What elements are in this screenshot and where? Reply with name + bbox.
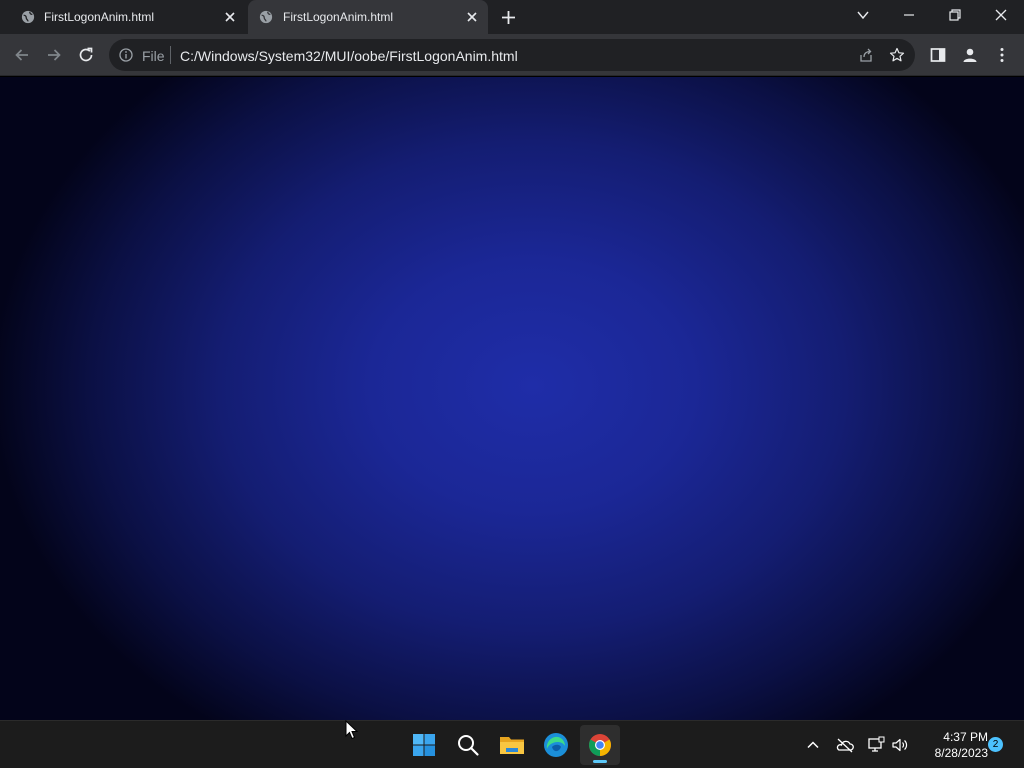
share-icon[interactable] <box>858 47 874 63</box>
edge-browser-icon <box>544 733 568 757</box>
folder-icon <box>500 737 524 754</box>
close-tab-icon[interactable] <box>466 11 478 23</box>
star-icon[interactable] <box>889 47 905 63</box>
search-button[interactable] <box>448 725 488 765</box>
browser-toolbar: File C:/Windows/System32/MUI/oobe/FirstL… <box>0 34 1024 76</box>
info-icon[interactable] <box>119 48 133 62</box>
onedrive-offline-icon[interactable] <box>836 736 854 754</box>
windows-logo-icon <box>413 734 435 756</box>
minimize-icon[interactable] <box>901 7 917 23</box>
arrow-right-icon[interactable] <box>45 46 63 64</box>
tab-strip: FirstLogonAnim.html FirstLogonAnim.html <box>0 0 1024 34</box>
edge-button[interactable] <box>536 725 576 765</box>
tab-title: FirstLogonAnim.html <box>283 10 394 24</box>
start-button[interactable] <box>404 725 444 765</box>
active-app-indicator <box>593 760 607 763</box>
globe-icon <box>21 10 35 24</box>
url-text[interactable]: C:/Windows/System32/MUI/oobe/FirstLogonA… <box>180 48 518 64</box>
clock-time: 4:37 PM <box>943 730 988 744</box>
page-content-gradient <box>0 77 1024 720</box>
clock-date: 8/28/2023 <box>934 746 988 760</box>
tab-first-logon-anim-1[interactable]: FirstLogonAnim.html <box>8 0 246 34</box>
person-icon[interactable] <box>961 46 979 64</box>
system-clock[interactable]: 4:37 PM 8/28/2023 <box>918 729 988 761</box>
side-panel-icon[interactable] <box>929 46 947 64</box>
tab-search-chevron-icon[interactable] <box>855 7 871 23</box>
restore-icon[interactable] <box>947 7 963 23</box>
new-tab-icon[interactable] <box>501 10 516 25</box>
reload-icon[interactable] <box>77 46 95 64</box>
scheme-label: File <box>142 48 165 64</box>
tab-title: FirstLogonAnim.html <box>44 10 155 24</box>
close-window-icon[interactable] <box>993 7 1009 23</box>
address-bar[interactable]: File C:/Windows/System32/MUI/oobe/FirstL… <box>109 39 915 71</box>
tab-first-logon-anim-2[interactable]: FirstLogonAnim.html <box>248 0 488 34</box>
kebab-menu-icon[interactable] <box>993 46 1011 64</box>
arrow-left-icon[interactable] <box>13 46 31 64</box>
close-tab-icon[interactable] <box>224 11 236 23</box>
volume-icon[interactable] <box>891 736 909 754</box>
search-icon <box>458 735 479 756</box>
chrome-browser-icon <box>589 734 611 756</box>
notification-badge[interactable]: 2 <box>988 737 1003 752</box>
globe-icon <box>259 10 273 24</box>
chevron-up-icon[interactable] <box>804 736 822 754</box>
chrome-button[interactable] <box>580 725 620 765</box>
file-explorer-button[interactable] <box>492 725 532 765</box>
mouse-cursor-icon <box>345 720 359 740</box>
network-icon[interactable] <box>867 736 885 754</box>
omnibox-separator <box>170 46 171 64</box>
taskbar: 4:37 PM 8/28/2023 2 <box>0 720 1024 768</box>
